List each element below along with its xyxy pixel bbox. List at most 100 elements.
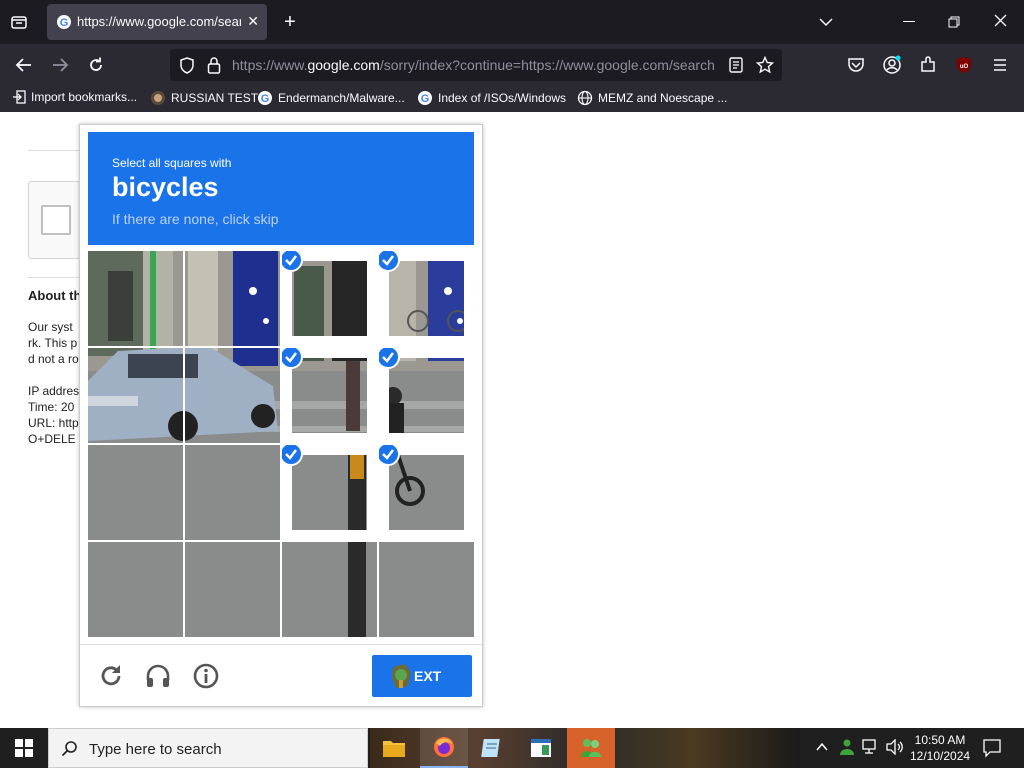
bookmarks-toolbar: Import bookmarks... RUSSIAN TEST G Ender… <box>0 86 1024 112</box>
grid-cell-14[interactable] <box>282 542 377 637</box>
close-window-icon[interactable] <box>994 14 1007 32</box>
svg-text:G: G <box>261 93 270 105</box>
body-text-line: Our syst <box>28 320 73 334</box>
tray-overflow-icon[interactable] <box>815 740 829 759</box>
recaptcha-challenge: Select all squares with bicycles If ther… <box>79 124 483 707</box>
recaptcha-checkbox[interactable] <box>41 205 71 235</box>
grid-cell-2[interactable] <box>282 251 377 346</box>
bookmark-favicon <box>151 91 165 105</box>
taskbar-search-box[interactable]: Type here to search <box>48 728 368 768</box>
taskbar-app-msn[interactable] <box>567 728 615 768</box>
info-icon[interactable] <box>192 662 220 690</box>
bookmark-label: Index of /ISOs/Windows <box>438 91 567 105</box>
svg-text:G: G <box>421 93 430 105</box>
people-tray-icon[interactable] <box>838 738 856 761</box>
forward-icon[interactable] <box>49 54 71 76</box>
selected-check-icon <box>379 445 400 466</box>
taskbar-clock[interactable]: 10:50 AM 12/10/2024 <box>910 732 970 764</box>
selected-check-icon <box>282 445 303 466</box>
notifications-icon[interactable] <box>982 738 1002 763</box>
grid-cell-13[interactable] <box>185 542 280 637</box>
grid-cell-12[interactable] <box>88 542 183 637</box>
navigation-bar: https://www.google.com/sorry/index?conti… <box>0 44 1024 86</box>
ip-address-line: IP addres <box>28 384 80 398</box>
reader-view-icon[interactable] <box>729 57 743 78</box>
account-icon[interactable] <box>881 54 903 76</box>
grid-cell-11[interactable] <box>379 445 474 540</box>
windows-icon <box>15 739 33 757</box>
bookmark-label: MEMZ and Noescape ... <box>598 91 728 105</box>
bookmark-label: Import bookmarks... <box>31 90 138 104</box>
browser-tab[interactable]: G https://www.google.com/search ✕ <box>47 4 267 40</box>
challenge-hint: If there are none, click skip <box>112 211 279 227</box>
selected-check-icon <box>379 251 400 272</box>
grid-cell-8[interactable] <box>88 445 183 540</box>
url-line: URL: http <box>28 416 79 430</box>
grid-cell-10[interactable] <box>282 445 377 540</box>
grid-cell-7[interactable] <box>379 348 474 443</box>
grid-cell-15[interactable] <box>379 542 474 637</box>
volume-icon[interactable] <box>886 738 904 760</box>
import-icon <box>13 90 26 104</box>
about-heading: About th <box>28 288 82 303</box>
url-bar[interactable]: https://www.google.com/sorry/index?conti… <box>170 49 782 81</box>
grid-cell-5[interactable] <box>185 348 280 443</box>
body-text-line: rk. This p <box>28 336 78 350</box>
audio-challenge-icon[interactable] <box>144 662 172 690</box>
tab-bar: G https://www.google.com/search ✕ + <box>0 0 1024 44</box>
windows-taskbar: Type here to search 10:50 AM 12/10/2024 <box>0 728 1024 768</box>
bookmark-star-icon[interactable] <box>755 55 775 79</box>
grid-cell-6[interactable] <box>282 348 377 443</box>
taskbar-app-window[interactable] <box>517 728 565 768</box>
start-button[interactable] <box>0 728 48 768</box>
clock-time: 10:50 AM <box>914 733 966 747</box>
minimize-icon[interactable] <box>903 21 915 22</box>
selected-check-icon <box>282 251 303 272</box>
taskbar-firefox[interactable] <box>420 728 468 768</box>
grid-cell-3[interactable] <box>379 251 474 346</box>
bookmark-isos[interactable]: G Index of /ISOs/Windows <box>417 90 566 106</box>
firefox-view-icon[interactable] <box>9 12 29 32</box>
ublock-origin-icon[interactable]: uO <box>953 54 975 76</box>
bookmark-memz[interactable]: MEMZ and Noescape ... <box>577 90 727 106</box>
grid-cell-9[interactable] <box>185 445 280 540</box>
challenge-image-grid <box>88 251 474 637</box>
google-icon: G <box>56 14 72 35</box>
svg-text:uO: uO <box>960 64 969 70</box>
grid-cell-4[interactable] <box>88 348 183 443</box>
taskbar-file-explorer[interactable] <box>370 728 418 768</box>
bookmark-label: RUSSIAN TEST <box>171 91 259 105</box>
app-window-icon <box>531 739 551 757</box>
bookmark-russian-test[interactable]: RUSSIAN TEST <box>150 90 258 106</box>
menu-icon[interactable] <box>989 54 1011 76</box>
next-button[interactable]: EXT <box>372 655 472 697</box>
globe-icon <box>577 90 593 106</box>
bookmark-endermanch[interactable]: G Endermanch/Malware... <box>257 90 405 106</box>
search-icon <box>61 741 77 757</box>
url-text[interactable]: https://www.google.com/sorry/index?conti… <box>232 57 717 73</box>
google-icon: G <box>258 91 272 105</box>
reload-challenge-icon[interactable] <box>97 662 125 690</box>
network-icon[interactable] <box>862 739 880 760</box>
shield-icon[interactable] <box>179 57 195 79</box>
restore-icon[interactable] <box>948 15 960 33</box>
list-tabs-icon[interactable] <box>816 12 836 32</box>
reload-icon[interactable] <box>85 54 107 76</box>
close-tab-icon[interactable]: ✕ <box>247 13 259 30</box>
lock-icon[interactable] <box>207 56 221 79</box>
grid-cell-0[interactable] <box>88 251 183 346</box>
bookmark-label: Endermanch/Malware... <box>278 91 405 105</box>
challenge-footer: EXT <box>80 644 482 707</box>
pocket-icon[interactable] <box>845 54 867 76</box>
svg-text:G: G <box>60 17 69 29</box>
grid-cell-1[interactable] <box>185 251 280 346</box>
bookmark-import[interactable]: Import bookmarks... <box>12 90 137 104</box>
taskbar-app-notepad[interactable] <box>468 728 516 768</box>
challenge-header: Select all squares with bicycles If ther… <box>88 132 474 245</box>
notepad-icon <box>481 739 500 757</box>
back-icon[interactable] <box>13 54 35 76</box>
msn-messenger-icon <box>581 739 601 757</box>
tab-title: https://www.google.com/search <box>77 14 241 29</box>
extensions-icon[interactable] <box>917 54 939 76</box>
new-tab-icon[interactable]: + <box>280 11 300 33</box>
